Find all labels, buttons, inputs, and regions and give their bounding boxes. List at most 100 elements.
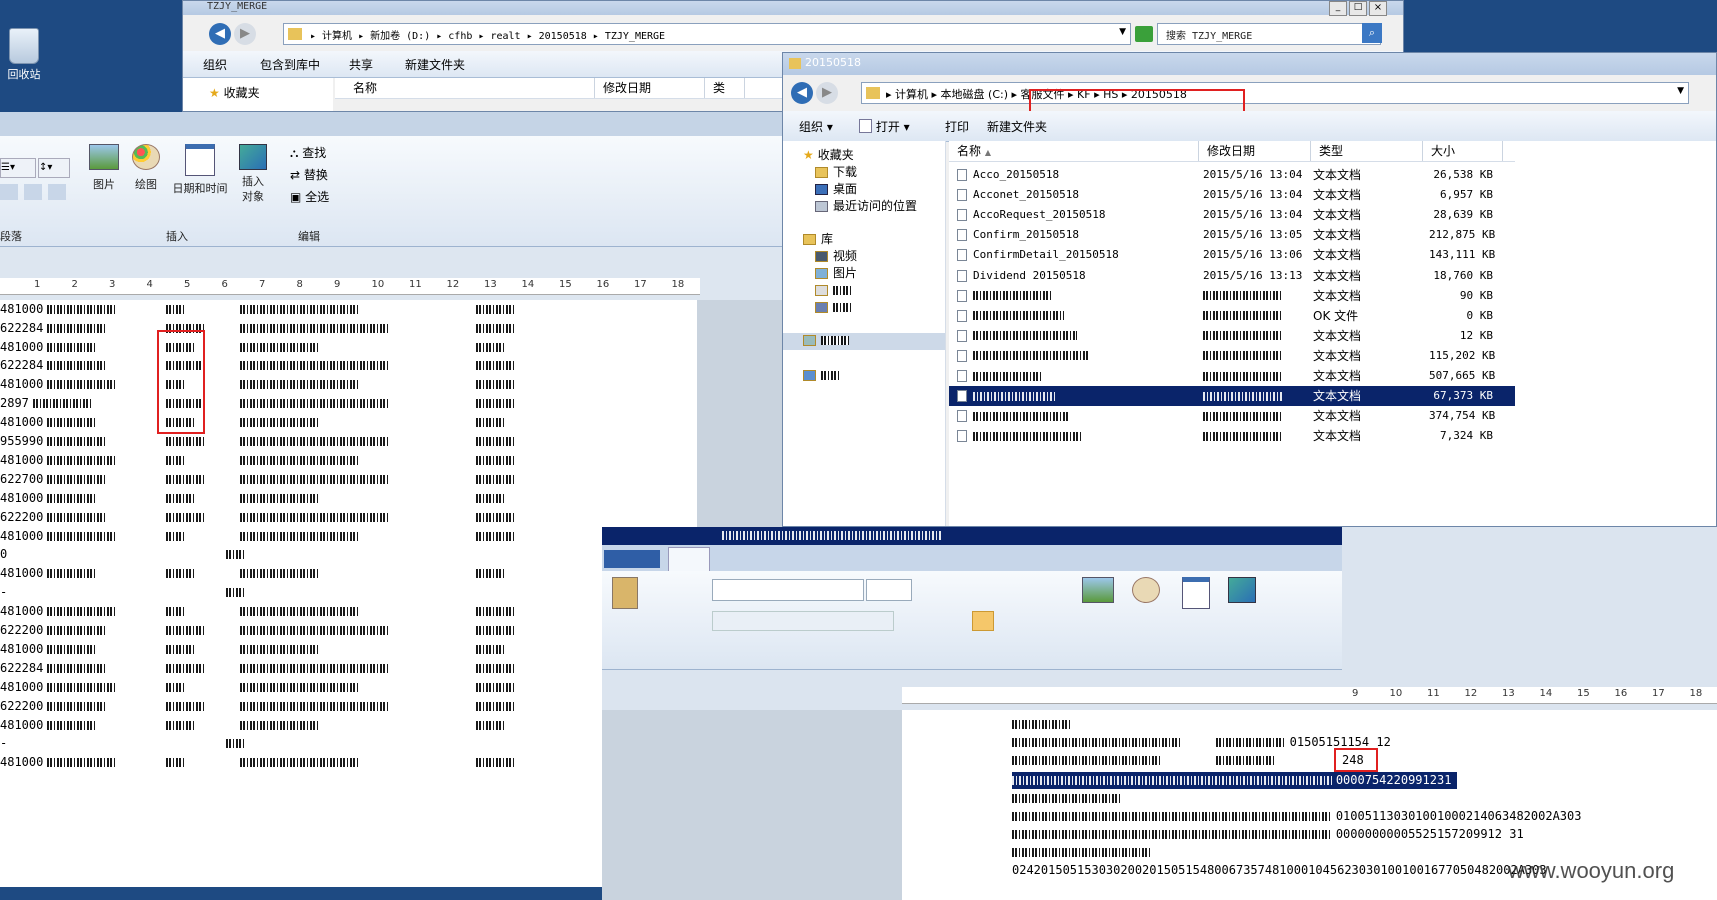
tab-view[interactable] — [714, 551, 748, 567]
column-name[interactable]: 名称 — [345, 78, 595, 98]
file-size: 90 KB — [1459, 288, 1493, 302]
find-button[interactable]: ⛬ 查找 — [290, 144, 326, 161]
open-menu[interactable]: 打开 ▾ — [859, 118, 910, 135]
chevron-down-icon[interactable]: ▼ — [1119, 27, 1126, 37]
minimize-button[interactable]: _ — [1329, 1, 1347, 16]
search-icon[interactable]: ⌕ — [1362, 23, 1382, 43]
address-crumb[interactable]: cfhb — [448, 31, 472, 42]
file-row[interactable]: Dividend 20150518 2015/5/16 13:13 文本文档 18,7… — [949, 266, 1515, 286]
palette-icon[interactable] — [1132, 577, 1160, 603]
folder-icon — [789, 58, 801, 69]
file-row[interactable]: OK 文件 0 KB — [949, 306, 1515, 326]
datetime-button[interactable]: 日期和时间 — [168, 144, 232, 196]
address-crumb[interactable]: realt — [490, 31, 520, 42]
file-row[interactable]: Acco_20150518 2015/5/16 13:04 文本文档 26,538 K… — [949, 165, 1515, 185]
ruler-tick-label: 6 — [221, 279, 228, 290]
address-crumb[interactable]: 新加卷 (D:) — [370, 31, 430, 42]
new-folder-button[interactable]: 新建文件夹 — [405, 56, 465, 73]
nav-item-redacted[interactable] — [815, 299, 851, 316]
column-date[interactable]: 修改日期 — [1199, 141, 1311, 161]
list-style-button[interactable]: ☰▾ — [0, 158, 36, 178]
insert-object-button[interactable]: 插入 对象 — [236, 144, 270, 204]
file-row[interactable]: 文本文档 115,202 KB — [949, 346, 1515, 366]
file-row[interactable]: Confirm_20150518 2015/5/16 13:05 文本文档 212,8… — [949, 225, 1515, 245]
forward-button[interactable]: ▶ — [816, 82, 838, 104]
file-row[interactable]: 文本文档 507,665 KB — [949, 366, 1515, 386]
insert-picture-button[interactable]: 图片 — [86, 144, 122, 192]
paragraph-button[interactable] — [48, 184, 66, 200]
window-title: 20150518 — [805, 56, 861, 69]
text-file-icon — [957, 229, 967, 242]
ruler-tick-label: 14 — [1539, 688, 1553, 699]
address-crumb[interactable]: 本地磁盘 (C:) — [941, 88, 1008, 101]
align-center-button[interactable] — [24, 184, 42, 200]
include-library-menu[interactable]: 包含到库中 — [260, 56, 320, 73]
file-row[interactable]: 文本文档 7,324 KB — [949, 426, 1515, 446]
close-button[interactable]: × — [1369, 1, 1387, 16]
address-crumb[interactable]: TZJY_MERGE — [605, 31, 665, 42]
file-row[interactable]: AccoRequest_20150518 2015/5/16 13:04 文本文档 2… — [949, 205, 1515, 225]
object-icon[interactable] — [1228, 577, 1256, 603]
paste-icon[interactable] — [612, 577, 638, 609]
nav-video[interactable]: 视频 — [815, 248, 857, 265]
address-crumb[interactable]: 20150518 — [539, 31, 587, 42]
align-left-button[interactable] — [0, 184, 18, 200]
nav-recent[interactable]: 最近访问的位置 — [815, 198, 917, 215]
file-row[interactable]: Acconet_20150518 2015/5/16 13:04 文本文档 6,957… — [949, 185, 1515, 205]
search-input[interactable]: 搜索 TZJY_MERGE ⌕ — [1157, 23, 1382, 45]
font-name-box[interactable] — [712, 579, 864, 601]
recycle-bin[interactable]: 回收站 — [2, 28, 46, 82]
tab-home[interactable] — [668, 547, 710, 572]
nav-download[interactable]: 下载 — [815, 164, 857, 181]
forward-button[interactable]: ▶ — [234, 23, 256, 45]
column-type[interactable]: 类型 — [1311, 141, 1423, 161]
share-menu[interactable]: 共享 — [349, 56, 373, 73]
document-line: 622284 — [0, 320, 516, 337]
maximize-button[interactable]: □ — [1349, 1, 1367, 16]
document-line: - — [0, 584, 246, 601]
address-bar[interactable]: ▸ 计算机 ▸ 本地磁盘 (C:) ▸ 客服文件 ▸ KF ▸ HS ▸ 201… — [861, 82, 1689, 104]
nav-network[interactable] — [803, 367, 841, 384]
line-spacing-button[interactable]: ↕▾ — [38, 158, 70, 178]
new-folder-button[interactable]: 新建文件夹 — [987, 118, 1047, 135]
nav-computer-row[interactable] — [783, 333, 945, 350]
nav-desktop[interactable]: 桌面 — [815, 181, 857, 198]
calendar-icon[interactable] — [1182, 577, 1210, 609]
file-menu-button[interactable] — [604, 550, 660, 568]
bold-button[interactable] — [712, 611, 894, 631]
file-row[interactable]: ConfirmDetail_20150518 2015/5/16 13:06 文本文… — [949, 245, 1515, 265]
nav-library[interactable]: 库 — [803, 231, 833, 248]
print-button[interactable]: 打印 — [945, 118, 969, 135]
file-row[interactable]: 文本文档 12 KB — [949, 326, 1515, 346]
column-type[interactable]: 类 — [705, 78, 745, 98]
select-all-button[interactable]: ▣ 全选 — [290, 188, 329, 205]
refresh-button[interactable] — [1135, 26, 1153, 42]
paint-button[interactable]: 绘图 — [128, 144, 164, 192]
chevron-down-icon[interactable]: ▼ — [1677, 86, 1684, 96]
file-row[interactable]: 文本文档 67,373 KB — [949, 386, 1515, 407]
file-size: 18,760 KB — [1433, 268, 1493, 282]
back-button[interactable]: ◀ — [209, 23, 231, 45]
nav-item-redacted[interactable] — [815, 282, 851, 299]
column-date[interactable]: 修改日期 — [595, 78, 705, 98]
back-button[interactable]: ◀ — [791, 82, 813, 104]
file-row[interactable]: 文本文档 90 KB — [949, 286, 1515, 306]
font-size-box[interactable] — [866, 579, 912, 601]
align-left-button[interactable] — [972, 611, 994, 631]
organize-menu[interactable]: 组织 ▾ — [799, 118, 833, 135]
address-bar[interactable]: ▸ 计算机 ▸ 新加卷 (D:) ▸ cfhb ▸ realt ▸ 201505… — [283, 23, 1131, 45]
document-line: 481000 — [0, 717, 506, 734]
organize-menu[interactable]: 组织 — [203, 56, 227, 73]
file-row[interactable]: 文本文档 374,754 KB — [949, 406, 1515, 426]
favorites-item[interactable]: ★ 收藏夹 — [209, 84, 260, 101]
nav-favorites[interactable]: ★ 收藏夹 — [803, 147, 854, 164]
address-crumb[interactable]: 计算机 — [322, 31, 352, 42]
column-size[interactable]: 大小 — [1423, 141, 1503, 161]
address-crumb[interactable]: 计算机 — [895, 88, 928, 101]
column-name[interactable]: 名称 ▲ — [949, 141, 1199, 161]
nav-pictures[interactable]: 图片 — [815, 265, 857, 282]
document-page[interactable]: -481000622200481000622284481000622284481… — [0, 300, 697, 887]
ribbon-tabs — [602, 545, 1342, 572]
picture-icon[interactable] — [1082, 577, 1114, 603]
replace-button[interactable]: ⇄ 替换 — [290, 166, 328, 183]
